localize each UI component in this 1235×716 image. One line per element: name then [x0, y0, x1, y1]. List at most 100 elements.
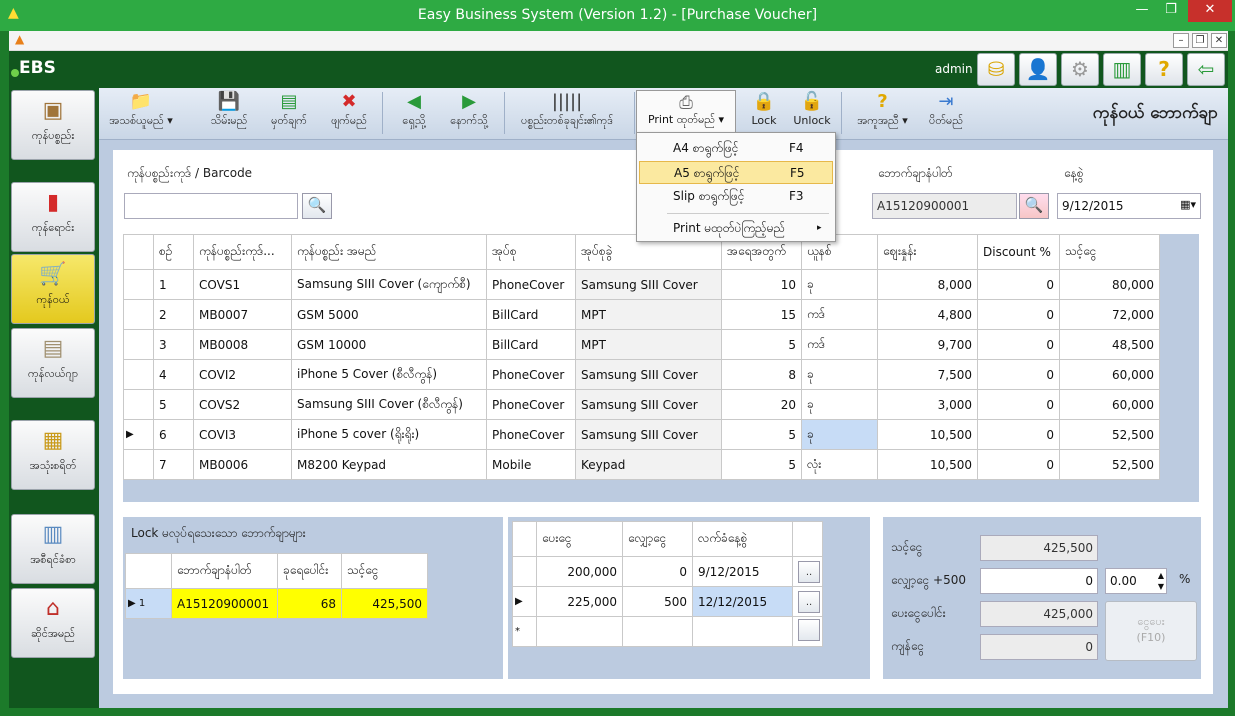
date-label: နေ့စွဲ	[1064, 166, 1084, 180]
search-icon: 🔍	[307, 196, 327, 214]
minimize-button[interactable]: —	[1128, 0, 1156, 22]
col-header[interactable]: ခုရေပေါင်း	[277, 553, 342, 589]
col-header[interactable]: အုပ်စု	[486, 234, 576, 270]
total-label: သင့်ငွေ	[891, 540, 923, 554]
new-row[interactable]: *	[512, 616, 823, 647]
exit-button[interactable]: ⇥ ပိတ်မည်	[921, 90, 971, 136]
col-header[interactable]: စဉ်	[153, 234, 194, 270]
new-payment-button[interactable]	[798, 619, 820, 641]
crate-icon: ▤	[42, 336, 64, 361]
spinner-icon[interactable]: ▲ ▼	[1158, 570, 1164, 592]
date-picker[interactable]: 9/12/2015 ▦▾	[1057, 193, 1201, 219]
barcode-search-button[interactable]: 🔍	[302, 193, 332, 219]
menu-item-print-a4[interactable]: A4 စာရွက်ဖြင့် F4	[639, 137, 833, 160]
maximize-button[interactable]: ❐	[1157, 0, 1185, 22]
print-menu: A4 စာရွက်ဖြင့် F4 A5 စာရွက်ဖြင့် F5 Slip စ…	[636, 132, 836, 242]
total-field: 425,500	[980, 535, 1098, 561]
col-header[interactable]: ပေးငွေ	[536, 521, 623, 557]
col-header[interactable]: ကုန်ပစ္စည်း အမည်	[291, 234, 487, 270]
new-folder-icon: 📁	[129, 91, 153, 112]
next-button[interactable]: ▶ နောက်သို့	[434, 90, 504, 136]
new-button[interactable]: 📁 အသစ်ယူမည် ▾	[101, 90, 181, 136]
mdi-minimize-icon[interactable]: –	[1173, 33, 1189, 48]
user-icon[interactable]: 👤	[1019, 53, 1057, 86]
totals-panel: သင့်ငွေ 425,500 လျှော့ငွေ +500 0 0.00 ▲ ▼ …	[883, 517, 1201, 679]
table-row[interactable]: 3 MB0008 GSM 10000 BillCard MPT 5 ကဒ် 9,700 0 48,…	[123, 329, 1160, 360]
col-header[interactable]: လျှော့ငွေ	[622, 521, 693, 557]
page-title: ကုန်ဝယ် ဘောက်ချာ	[1092, 103, 1218, 123]
settings-icon[interactable]: ⚙	[1061, 53, 1099, 86]
pay-button[interactable]: ငွေပေး (F10)	[1105, 601, 1197, 661]
table-row[interactable]: ▶ 225,000 500 12/12/2015..	[512, 586, 823, 617]
barcode-label: ကုန်ပစ္စည်းကုဒ် / Barcode	[127, 166, 253, 180]
help-button[interactable]: ? အကူအညီ ▾	[845, 90, 920, 136]
sidebar-item-purchase[interactable]: 🛒 ကုန်ဝယ်	[11, 254, 95, 324]
col-header[interactable]: သင့်ငွေ	[1059, 234, 1160, 270]
help-icon[interactable]: ?	[1145, 53, 1183, 86]
table-row[interactable]: 2 MB0007 GSM 5000 BillCard MPT 15 ကဒ် 4,800 0 72,…	[123, 299, 1160, 330]
edit-payment-button[interactable]: ..	[798, 560, 820, 583]
note-button[interactable]: ▤ မှတ်ချက်	[259, 90, 319, 136]
voucher-number-field[interactable]: A15120900001	[872, 193, 1017, 219]
save-button[interactable]: 💾 သိမ်းမည်	[199, 90, 259, 136]
table-row[interactable]: ▶ 6 COVI3 iPhone 5 cover (ရိုးရိုး) PhoneCov…	[123, 419, 1160, 450]
print-button[interactable]: ⎙ Print ထုတ်မည် ▾	[636, 90, 736, 136]
sidebar-item-reports[interactable]: ▥ အစီရင်ခံစာ	[11, 514, 95, 584]
sidebar-item-sales[interactable]: ▮ ကုန်ရောင်း	[11, 182, 95, 252]
percent-sign: %	[1179, 572, 1191, 586]
barcode-icon: |||||	[551, 91, 583, 112]
chart-icon[interactable]: ▥	[1103, 53, 1141, 86]
balance-label: ကျန်ငွေ	[891, 639, 925, 653]
lock-button[interactable]: 🔒 Lock	[744, 90, 784, 136]
database-icon[interactable]: ⛁	[977, 53, 1015, 86]
note-icon: ▤	[280, 91, 298, 112]
mdi-restore-icon[interactable]: ❐	[1192, 33, 1208, 48]
table-row[interactable]: 4 COVI2 iPhone 5 Cover (စီလီကွန်) PhoneCove…	[123, 359, 1160, 390]
menu-item-print-a5[interactable]: A5 စာရွက်ဖြင့် F5	[639, 161, 833, 184]
col-header[interactable]: လက်ခံနေ့စွဲ	[692, 521, 793, 557]
submenu-arrow-icon: ▸	[817, 223, 822, 233]
sidebar-item-expenses[interactable]: ▦ အသုံးစရိတ်	[11, 420, 95, 490]
save-icon: 💾	[217, 91, 241, 112]
cart-icon: 🛒	[39, 262, 67, 287]
col-header[interactable]: Discount %	[977, 234, 1060, 270]
documents-icon: ▥	[42, 522, 64, 547]
paid-total-field: 425,000	[980, 601, 1098, 627]
col-header[interactable]: ဈေးနှုန်း	[877, 234, 978, 270]
table-row[interactable]: 1 COVS1 Samsung SIII Cover (ကျောက်စီ) Phone…	[123, 269, 1160, 300]
unlock-button[interactable]: 🔓 Unlock	[787, 90, 837, 136]
payments-panel: ပေးငွေ လျှော့ငွေ လက်ခံနေ့စွဲ 200,000 0 9/12/…	[508, 517, 870, 679]
close-button[interactable]: ✕	[1188, 0, 1232, 22]
voucher-search-button[interactable]: 🔍	[1019, 193, 1049, 219]
menu-item-print-preview[interactable]: Print မထုတ်ပဲကြည့်မည် ▸	[639, 217, 833, 240]
table-row[interactable]: 200,000 0 9/12/2015..	[512, 556, 823, 587]
exit-icon: ⇥	[938, 91, 954, 112]
shop-icon: ⌂	[46, 596, 60, 621]
table-row[interactable]: 7 MB0006 M8200 Keypad Mobile Keypad 5 လုံး 10,5…	[123, 449, 1160, 480]
logo-dot-icon	[11, 69, 19, 77]
mdi-menu-strip: ▲ – ❐ ✕	[9, 31, 1228, 51]
logo: EBS	[19, 58, 56, 78]
col-header[interactable]: ကုန်ပစ္စည်းကုဒ်...	[193, 234, 292, 270]
col-header[interactable]: ဘောက်ချာနံပါတ်	[171, 553, 278, 589]
current-user: admin	[935, 62, 973, 76]
barcode-button[interactable]: ||||| ပစ္စည်းတစ်ခုချင်း၏ကုဒ်	[507, 90, 627, 136]
col-header[interactable]: သင့်ငွေ	[341, 553, 428, 589]
table-row[interactable]: 5 COVS2 Samsung SIII Cover (စီလီကွန်) Phone…	[123, 389, 1160, 420]
sidebar-item-shop[interactable]: ⌂ ဆိုင်အမည်	[11, 588, 95, 658]
delete-button[interactable]: ✖ ဖျက်မည်	[319, 90, 379, 136]
barcode-input[interactable]	[124, 193, 298, 219]
sidebar: ▣ ကုန်ပစ္စည်း ▮ ကုန်ရောင်း 🛒 ကုန်ဝယ် ▤ ကုန်လ…	[9, 88, 99, 708]
box-icon: ▣	[42, 98, 64, 123]
logout-icon[interactable]: ⇦	[1187, 53, 1225, 86]
sidebar-item-products[interactable]: ▣ ကုန်ပစ္စည်း	[11, 90, 95, 160]
menu-item-print-slip[interactable]: Slip စာရွက်ဖြင့် F3	[639, 185, 833, 208]
table-row[interactable]: ▶ 1 A15120900001 68 425,500	[125, 588, 428, 619]
mdi-close-icon[interactable]: ✕	[1211, 33, 1227, 48]
items-grid: စဉ် ကုန်ပစ္စည်းကုဒ်... ကုန်ပစ္စည်း အမည် …	[123, 234, 1199, 502]
discount-label: လျှော့ငွေ +500	[891, 573, 967, 587]
sidebar-item-ledger[interactable]: ▤ ကုန်လယ်ဂျာ	[11, 328, 95, 398]
edit-payment-button[interactable]: ..	[798, 590, 820, 613]
discount-field[interactable]: 0	[980, 568, 1098, 594]
discount-percent-field[interactable]: 0.00 ▲ ▼	[1105, 568, 1167, 594]
